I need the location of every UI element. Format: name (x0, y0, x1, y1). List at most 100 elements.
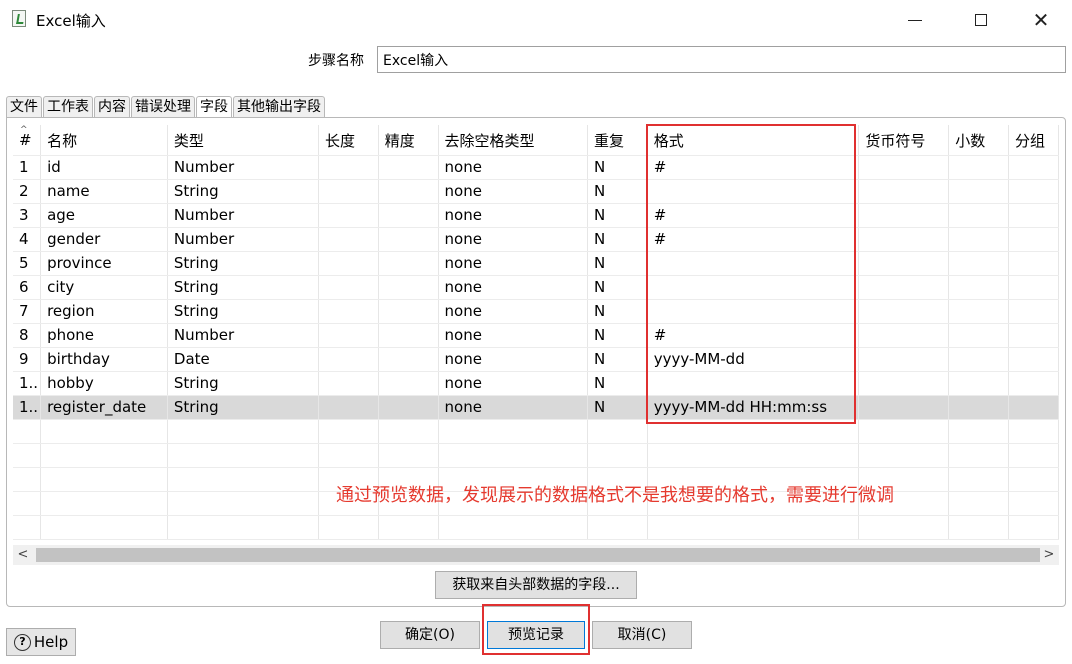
table-row[interactable]: 4 gender Number none N # (13, 227, 1059, 252)
cell-name[interactable]: phone (40, 323, 168, 348)
cell-type[interactable]: String (167, 395, 319, 420)
cell-precision[interactable] (378, 203, 439, 228)
col-header-type[interactable]: 类型 (167, 125, 319, 156)
tab-error-handling[interactable]: 错误处理 (131, 96, 195, 118)
cell-repeat[interactable]: N (587, 179, 648, 204)
col-header-repeat[interactable]: 重复 (587, 125, 648, 156)
col-header-name[interactable]: 名称 (40, 125, 168, 156)
cell-index[interactable]: 9 (13, 347, 42, 372)
table-row[interactable]: 1.. register_date String none Nyyyy-MM-dd HH… (13, 395, 1059, 420)
minimize-button[interactable] (892, 0, 938, 40)
cell-trim-type[interactable]: none (438, 275, 588, 300)
cell-trim-type[interactable]: none (438, 299, 588, 324)
cell-length[interactable] (318, 203, 379, 228)
cell-name[interactable]: province (40, 251, 168, 276)
table-row[interactable]: 1 id Number none N # (13, 155, 1059, 180)
scroll-right-icon[interactable]: > (1039, 545, 1059, 565)
table-row[interactable]: 9 birthday Date none Nyyyy-MM-dd (13, 347, 1059, 372)
cell-decimal[interactable] (948, 299, 1009, 324)
cell-format[interactable]: # (647, 203, 860, 228)
cell-trim-type[interactable]: none (438, 251, 588, 276)
col-header-format[interactable]: 格式 (647, 125, 860, 156)
cell-decimal[interactable] (948, 203, 1009, 228)
cell-length[interactable] (318, 155, 379, 180)
ok-button[interactable]: 确定(O) (380, 621, 480, 649)
cell-trim-type[interactable]: none (438, 227, 588, 252)
cell-precision[interactable] (378, 347, 439, 372)
cell-trim-type[interactable]: none (438, 179, 588, 204)
cell-trim-type[interactable]: none (438, 155, 588, 180)
cell-currency[interactable] (858, 395, 950, 420)
cell-group[interactable] (1008, 347, 1059, 372)
cell-index[interactable]: 1.. (13, 371, 42, 396)
cell-group[interactable] (1008, 203, 1059, 228)
cell-name[interactable]: hobby (40, 371, 168, 396)
cell-type[interactable]: Number (167, 227, 319, 252)
cell-index[interactable]: 1.. (13, 395, 42, 420)
table-row[interactable]: 8 phone Number none N # (13, 323, 1059, 348)
cell-type[interactable]: String (167, 179, 319, 204)
table-row[interactable]: 5 province String none N (13, 251, 1059, 276)
cell-index[interactable]: 6 (13, 275, 42, 300)
cell-length[interactable] (318, 347, 379, 372)
cell-repeat[interactable]: N (587, 347, 648, 372)
cell-decimal[interactable] (948, 155, 1009, 180)
cell-currency[interactable] (858, 203, 950, 228)
cell-type[interactable]: String (167, 371, 319, 396)
cell-precision[interactable] (378, 299, 439, 324)
cell-name[interactable]: register_date (40, 395, 168, 420)
cell-type[interactable]: String (167, 275, 319, 300)
cell-trim-type[interactable]: none (438, 371, 588, 396)
cancel-button[interactable]: 取消(C) (592, 621, 692, 649)
cell-group[interactable] (1008, 299, 1059, 324)
cell-precision[interactable] (378, 251, 439, 276)
cell-length[interactable] (318, 323, 379, 348)
cell-repeat[interactable]: N (587, 371, 648, 396)
cell-format[interactable] (647, 179, 860, 204)
cell-currency[interactable] (858, 347, 950, 372)
col-header-decimal[interactable]: 小数 (948, 125, 1009, 156)
scroll-left-icon[interactable]: < (13, 545, 33, 565)
cell-trim-type[interactable]: none (438, 323, 588, 348)
cell-trim-type[interactable]: none (438, 347, 588, 372)
cell-repeat[interactable]: N (587, 395, 648, 420)
cell-currency[interactable] (858, 323, 950, 348)
col-header-length[interactable]: 长度 (318, 125, 379, 156)
cell-group[interactable] (1008, 395, 1059, 420)
cell-format[interactable]: yyyy-MM-dd (647, 347, 860, 372)
cell-precision[interactable] (378, 323, 439, 348)
cell-decimal[interactable] (948, 275, 1009, 300)
cell-repeat[interactable]: N (587, 227, 648, 252)
step-name-input[interactable]: Excel输入 (377, 46, 1066, 73)
cell-trim-type[interactable]: none (438, 203, 588, 228)
cell-name[interactable]: city (40, 275, 168, 300)
cell-index[interactable]: 3 (13, 203, 42, 228)
maximize-button[interactable] (958, 0, 1004, 40)
cell-format[interactable]: yyyy-MM-dd HH:mm:ss (647, 395, 860, 420)
cell-index[interactable]: 7 (13, 299, 42, 324)
cell-format[interactable]: # (647, 323, 860, 348)
cell-format[interactable]: # (647, 155, 860, 180)
cell-length[interactable] (318, 275, 379, 300)
cell-precision[interactable] (378, 155, 439, 180)
cell-type[interactable]: Date (167, 347, 319, 372)
tab-additional-output-fields[interactable]: 其他输出字段 (233, 96, 325, 118)
cell-decimal[interactable] (948, 251, 1009, 276)
cell-decimal[interactable] (948, 323, 1009, 348)
close-button[interactable]: ✕ (1018, 0, 1064, 40)
cell-index[interactable]: 5 (13, 251, 42, 276)
cell-currency[interactable] (858, 155, 950, 180)
cell-index[interactable]: 4 (13, 227, 42, 252)
table-row[interactable]: 1.. hobby String none N (13, 371, 1059, 396)
cell-group[interactable] (1008, 371, 1059, 396)
cell-type[interactable]: String (167, 299, 319, 324)
cell-name[interactable]: region (40, 299, 168, 324)
table-row[interactable]: 6 city String none N (13, 275, 1059, 300)
cell-name[interactable]: id (40, 155, 168, 180)
horizontal-scrollbar[interactable]: < > (13, 545, 1059, 565)
cell-decimal[interactable] (948, 179, 1009, 204)
tab-file[interactable]: 文件 (6, 96, 42, 118)
cell-length[interactable] (318, 371, 379, 396)
get-fields-button[interactable]: 获取来自头部数据的字段... (435, 571, 637, 599)
cell-format[interactable]: # (647, 227, 860, 252)
